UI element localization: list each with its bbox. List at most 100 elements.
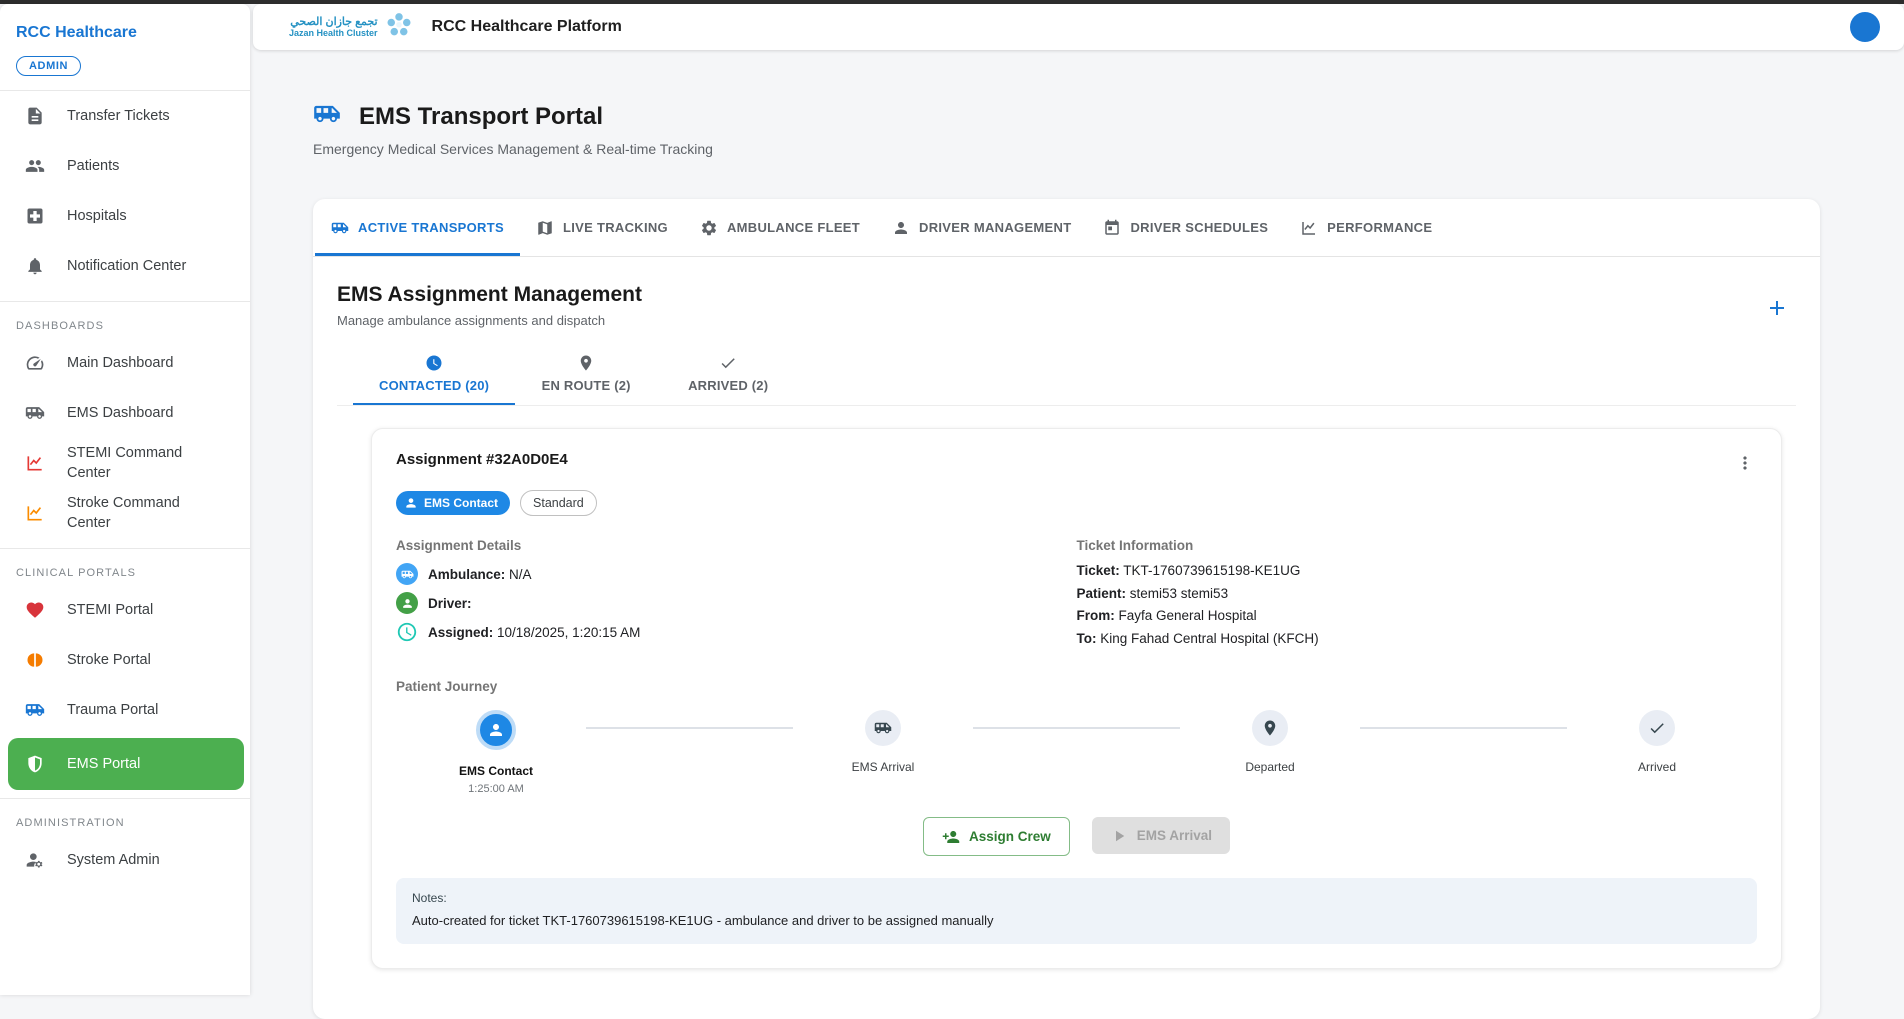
journey-step-departed: Departed [1210, 710, 1330, 774]
details-heading: Assignment Details [396, 538, 1077, 553]
ambulance-icon [25, 700, 45, 720]
section-subtitle: Manage ambulance assignments and dispatc… [337, 313, 1796, 328]
sidebar-section-dashboards: DASHBOARDS [0, 302, 250, 338]
card-menu-button[interactable] [1733, 451, 1757, 480]
tab-label: DRIVER SCHEDULES [1130, 220, 1268, 235]
assignment-card: Assignment #32A0D0E4 EMS Contact Standar… [371, 428, 1782, 969]
check-icon [719, 354, 737, 372]
ems-contact-icon [404, 496, 418, 510]
journey-connector [586, 727, 793, 729]
main-area: تجمع جازان الصحي Jazan Health Cluster RC… [250, 4, 1904, 995]
journey-step-label: EMS Contact [459, 764, 533, 778]
assign-crew-button[interactable]: Assign Crew [923, 817, 1070, 856]
sidebar: RCC Healthcare ADMIN Transfer Tickets Pa… [0, 4, 250, 995]
patient-row: Patient: stemi53 stemi53 [1077, 586, 1758, 601]
tab-arrived[interactable]: ARRIVED (2) [657, 344, 799, 405]
ems-arrival-label: EMS Arrival [1137, 828, 1212, 843]
sidebar-item-stemi-command-center[interactable]: STEMI Command Center [0, 438, 250, 488]
sidebar-item-stroke-command-center[interactable]: Stroke Command Center [0, 488, 250, 538]
sidebar-brand[interactable]: RCC Healthcare [0, 4, 250, 52]
from-label: From: [1077, 608, 1115, 623]
ambulance-icon [331, 219, 349, 237]
clock-icon [396, 621, 418, 643]
sidebar-item-label: Transfer Tickets [67, 106, 170, 126]
document-icon [25, 106, 45, 126]
status-tab-label: CONTACTED (20) [379, 378, 489, 393]
sidebar-item-label: Stroke Portal [67, 650, 151, 670]
sidebar-item-hospitals[interactable]: Hospitals [0, 191, 250, 241]
status-tabs: CONTACTED (20) EN ROUTE (2) ARRIVED (2) [337, 344, 1796, 406]
sidebar-item-ems-portal[interactable]: EMS Portal [8, 738, 244, 790]
sidebar-item-transfer-tickets[interactable]: Transfer Tickets [0, 91, 250, 141]
app-title: RCC Healthcare Platform [432, 18, 622, 36]
driver-icon [396, 592, 418, 614]
tab-label: PERFORMANCE [1327, 220, 1432, 235]
sidebar-item-label: Patients [67, 156, 119, 176]
journey-connector [973, 727, 1180, 729]
ticket-value: TKT-1760739615198-KE1UG [1123, 563, 1300, 578]
to-label: To: [1077, 631, 1097, 646]
tab-performance[interactable]: PERFORMANCE [1284, 199, 1448, 256]
tab-ambulance-fleet[interactable]: AMBULANCE FLEET [684, 199, 876, 256]
person-gear-icon [25, 850, 45, 870]
ambulance-icon [313, 100, 341, 133]
from-row: From: Fayfa General Hospital [1077, 608, 1758, 623]
tab-live-tracking[interactable]: LIVE TRACKING [520, 199, 684, 256]
sidebar-item-stroke-portal[interactable]: Stroke Portal [0, 635, 250, 685]
sidebar-item-label: STEMI Command Center [67, 443, 217, 483]
user-avatar[interactable] [1850, 12, 1880, 42]
plus-icon [1765, 296, 1789, 320]
sidebar-item-label: Trauma Portal [67, 700, 158, 720]
sidebar-item-notification-center[interactable]: Notification Center [0, 241, 250, 291]
journey-step-label: EMS Arrival [852, 760, 915, 774]
priority-badge: Standard [520, 490, 597, 516]
tab-active-transports[interactable]: ACTIVE TRANSPORTS [315, 199, 520, 256]
person-icon [892, 219, 910, 237]
tab-driver-schedules[interactable]: DRIVER SCHEDULES [1087, 199, 1284, 256]
shield-icon [25, 754, 45, 774]
kebab-menu-icon [1735, 453, 1755, 473]
sidebar-item-system-admin[interactable]: System Admin [0, 835, 250, 885]
sidebar-item-patients[interactable]: Patients [0, 141, 250, 191]
app-header: تجمع جازان الصحي Jazan Health Cluster RC… [253, 4, 1904, 50]
sidebar-item-trauma-portal[interactable]: Trauma Portal [0, 685, 250, 735]
notes-label: Notes: [412, 891, 1741, 905]
assigned-value: 10/18/2025, 1:20:15 AM [497, 625, 640, 640]
ambulance-row: Ambulance: N/A [396, 563, 1077, 585]
patient-journey-stepper: EMS Contact 1:25:00 AM EMS Arrival Depar… [396, 710, 1757, 795]
page-subtitle: Emergency Medical Services Management & … [313, 141, 1820, 157]
assignment-title: Assignment #32A0D0E4 [396, 451, 568, 468]
clock-icon [425, 354, 443, 372]
driver-row: Driver: [396, 592, 1077, 614]
sidebar-item-stemi-portal[interactable]: STEMI Portal [0, 585, 250, 635]
calendar-icon [1103, 219, 1121, 237]
sidebar-item-label: Notification Center [67, 256, 186, 276]
sidebar-main-nav: Transfer Tickets Patients Hospitals Noti… [0, 91, 250, 291]
brain-icon [25, 650, 45, 670]
tab-contacted[interactable]: CONTACTED (20) [353, 344, 515, 405]
person-add-icon [942, 828, 960, 846]
sidebar-item-main-dashboard[interactable]: Main Dashboard [0, 338, 250, 388]
assignment-details: Assignment Details Ambulance: N/A Driver… [396, 538, 1077, 653]
tab-driver-management[interactable]: DRIVER MANAGEMENT [876, 199, 1087, 256]
heart-icon [25, 600, 45, 620]
sidebar-item-label: Main Dashboard [67, 353, 173, 373]
speedometer-icon [25, 353, 45, 373]
add-assignment-button[interactable] [1760, 291, 1794, 325]
notes-box: Notes: Auto-created for ticket TKT-17607… [396, 878, 1757, 944]
pin-icon [1252, 710, 1288, 746]
assigned-label: Assigned: [428, 625, 493, 640]
ems-arrival-button[interactable]: EMS Arrival [1092, 817, 1230, 854]
play-icon [1110, 827, 1128, 845]
ambulance-label: Ambulance: [428, 567, 505, 582]
pin-icon [577, 354, 595, 372]
check-icon [1639, 710, 1675, 746]
tab-label: LIVE TRACKING [563, 220, 668, 235]
sidebar-item-ems-dashboard[interactable]: EMS Dashboard [0, 388, 250, 438]
sidebar-item-label: Stroke Command Center [67, 493, 217, 533]
section-title: EMS Assignment Management [337, 283, 1796, 307]
from-value: Fayfa General Hospital [1119, 608, 1257, 623]
patient-label: Patient: [1077, 586, 1127, 601]
tab-en-route[interactable]: EN ROUTE (2) [515, 344, 657, 405]
sidebar-section-clinical-portals: CLINICAL PORTALS [0, 549, 250, 585]
